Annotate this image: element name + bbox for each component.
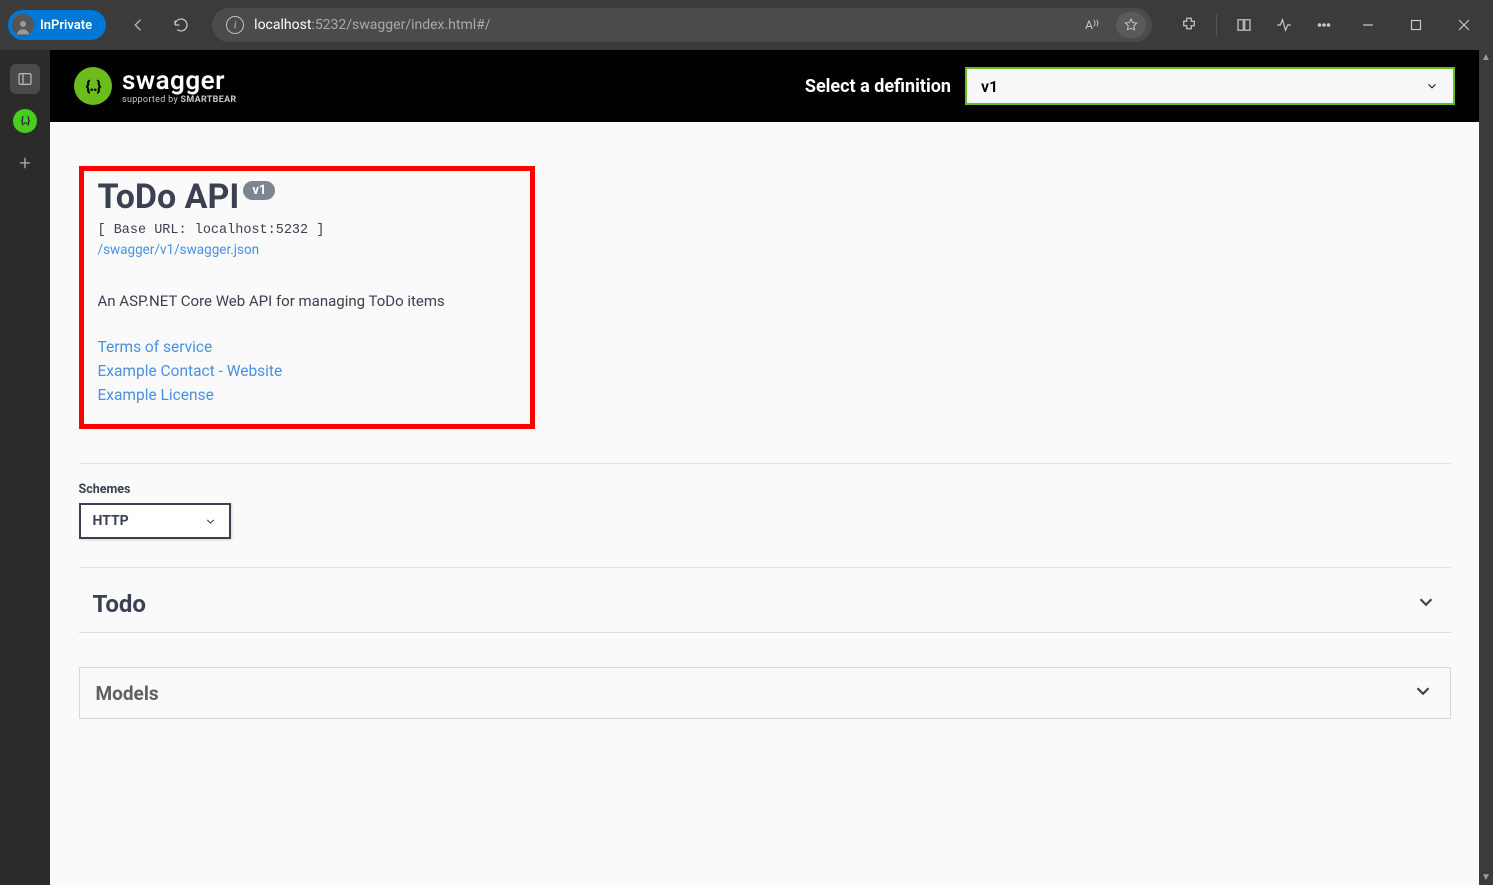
url-text: localhost:5232/swagger/index.html#/: [254, 17, 1068, 33]
info-highlight-box: ToDo API v1 [ Base URL: localhost:5232 ]…: [79, 166, 535, 429]
swagger-wordmark: swagger: [122, 68, 237, 94]
swagger-brand[interactable]: {..} swagger supported by SMARTBEAR: [74, 67, 237, 105]
base-url: [ Base URL: localhost:5232 ]: [98, 223, 516, 238]
window-minimize-button[interactable]: [1345, 5, 1391, 45]
swagger-logo-icon: {..}: [74, 67, 112, 105]
inprivate-badge[interactable]: InPrivate: [8, 10, 106, 40]
read-aloud-icon[interactable]: A⁾⁾: [1078, 6, 1106, 44]
swagger-subtitle: supported by SMARTBEAR: [122, 96, 237, 105]
scrollbar[interactable]: ▲ ▼: [1479, 50, 1493, 885]
tag-name: Todo: [93, 590, 146, 618]
swagger-topbar: {..} swagger supported by SMARTBEAR Sele…: [50, 50, 1479, 122]
tag-section-todo[interactable]: Todo: [79, 568, 1451, 633]
chevron-down-icon: [204, 515, 217, 528]
separator: [1216, 14, 1217, 36]
definition-value: v1: [981, 77, 998, 96]
profile-avatar-icon: [12, 14, 34, 36]
definition-label: Select a definition: [805, 76, 951, 97]
inprivate-label: InPrivate: [40, 18, 92, 33]
window-close-button[interactable]: [1441, 5, 1487, 45]
titlebar-right: [1170, 5, 1487, 45]
chevron-down-icon: [1412, 680, 1434, 706]
scroll-up-icon[interactable]: ▲: [1481, 50, 1491, 65]
url-rest: :5232/swagger/index.html#/: [311, 17, 490, 33]
new-tab-button[interactable]: +: [10, 148, 40, 178]
api-version-badge: v1: [243, 181, 275, 200]
definition-select[interactable]: v1: [965, 67, 1455, 105]
performance-icon[interactable]: [1265, 6, 1303, 44]
collections-icon[interactable]: [1225, 6, 1263, 44]
schemes-select[interactable]: HTTP: [79, 503, 231, 539]
swagger-favicon-icon: {..}: [13, 109, 37, 133]
favorite-button[interactable]: [1116, 12, 1146, 38]
window-maximize-button[interactable]: [1393, 5, 1439, 45]
api-title-text: ToDo API: [98, 177, 240, 217]
scroll-down-icon[interactable]: ▼: [1481, 870, 1491, 885]
models-section[interactable]: Models: [79, 667, 1451, 719]
contact-link[interactable]: Example Contact - Website: [98, 362, 516, 380]
chevron-down-icon: [1425, 79, 1439, 93]
browser-titlebar: InPrivate i localhost:5232/swagger/index…: [0, 0, 1493, 50]
address-bar[interactable]: i localhost:5232/swagger/index.html#/ A⁾…: [212, 8, 1152, 42]
page-content: {..} swagger supported by SMARTBEAR Sele…: [50, 50, 1479, 885]
extensions-icon[interactable]: [1170, 6, 1208, 44]
refresh-button[interactable]: [162, 6, 200, 44]
schemes-value: HTTP: [93, 513, 129, 529]
models-title: Models: [96, 682, 159, 705]
api-title: ToDo API v1: [98, 177, 516, 217]
vertical-tabs-toggle[interactable]: [10, 64, 40, 94]
api-description: An ASP.NET Core Web API for managing ToD…: [98, 292, 516, 310]
vertical-tabs-rail: {..} +: [0, 50, 50, 885]
schemes-label: Schemes: [79, 482, 1451, 497]
site-info-icon[interactable]: i: [226, 16, 244, 34]
spec-link[interactable]: /swagger/v1/swagger.json: [98, 242, 260, 258]
terms-link[interactable]: Terms of service: [98, 338, 516, 356]
url-host: localhost: [254, 17, 311, 33]
back-button[interactable]: [120, 6, 158, 44]
tab-swagger[interactable]: {..}: [10, 106, 40, 136]
license-link[interactable]: Example License: [98, 386, 516, 404]
plus-icon: +: [19, 151, 30, 175]
chevron-down-icon: [1415, 591, 1437, 617]
more-menu-icon[interactable]: [1305, 6, 1343, 44]
